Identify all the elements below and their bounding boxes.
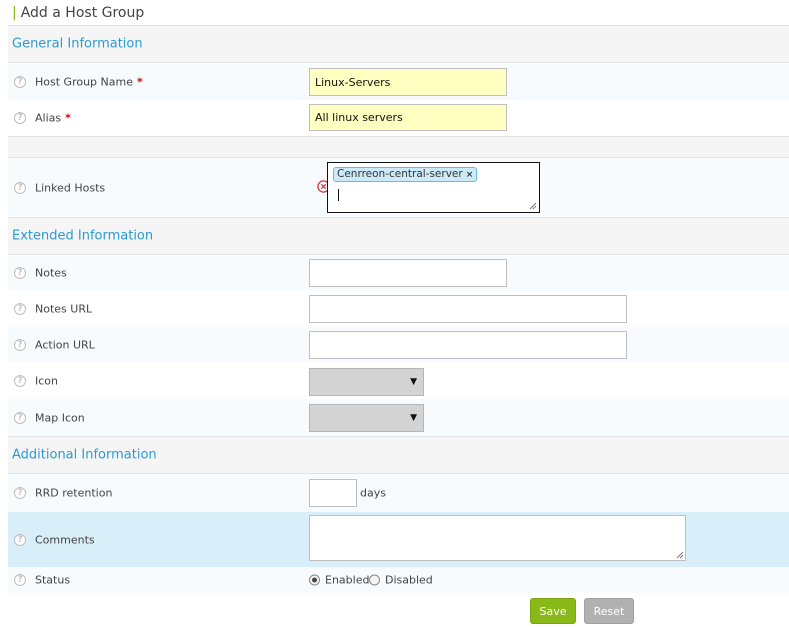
field-label-comments: Comments: [35, 533, 95, 546]
status-disabled-label: Disabled: [385, 573, 433, 587]
field-label-linked-hosts: Linked Hosts: [35, 181, 106, 194]
notes-url-input[interactable]: [309, 295, 627, 323]
resize-grip-icon[interactable]: [529, 202, 537, 210]
section-title-general: General Information: [12, 36, 143, 52]
section-header-extended: Extended Information: [8, 217, 789, 255]
section-title-extended: Extended Information: [12, 228, 154, 244]
section-header-additional: Additional Information: [8, 436, 789, 474]
required-marker: *: [136, 75, 143, 88]
section-spacer: [8, 136, 789, 158]
field-label-alias: Alias *: [35, 111, 71, 125]
field-label-notes-url: Notes URL: [35, 302, 93, 316]
form-row-notes-url: ? Notes URL: [8, 291, 789, 327]
field-label-action-url: Action URL: [35, 338, 95, 352]
linked-hosts-multiselect[interactable]: Cenrreon-central-server ×: [327, 162, 540, 213]
chevron-down-icon: ▼: [410, 377, 417, 387]
form-row-host-group-name: ? Host Group Name * Linux-Servers: [8, 63, 789, 100]
resize-grip-icon[interactable]: [676, 551, 684, 559]
field-label-status: Status: [35, 573, 71, 587]
help-icon[interactable]: ?: [14, 411, 26, 424]
host-chip[interactable]: Cenrreon-central-server ×: [333, 167, 478, 182]
form-row-icon: ? Icon ▼: [8, 363, 789, 399]
chevron-down-icon: ▼: [410, 413, 417, 423]
page-title: | Add a Host Group: [12, 5, 145, 21]
help-icon[interactable]: ?: [14, 574, 26, 586]
help-icon[interactable]: ?: [14, 267, 26, 279]
chip-remove-icon[interactable]: ×: [466, 170, 474, 180]
form-row-action-url: ? Action URL: [8, 327, 789, 363]
field-label-notes: Notes: [35, 266, 67, 280]
host-group-name-input[interactable]: Linux-Servers: [309, 68, 507, 96]
section-title-additional: Additional Information: [12, 447, 157, 463]
help-icon[interactable]: ?: [14, 533, 26, 546]
field-label-map-icon: Map Icon: [35, 411, 85, 424]
help-icon[interactable]: ?: [14, 339, 26, 351]
help-icon[interactable]: ?: [14, 181, 26, 194]
form-row-rrd-retention: ? RRD retention days: [8, 474, 789, 512]
map-icon-select[interactable]: ▼: [309, 404, 424, 432]
form-row-map-icon: ? Map Icon ▼: [8, 399, 789, 436]
form-row-alias: ? Alias * All linux servers: [8, 100, 789, 136]
help-icon[interactable]: ?: [14, 303, 26, 315]
field-label-icon: Icon: [35, 374, 58, 388]
field-label-host-group-name: Host Group Name *: [35, 75, 143, 88]
rrd-retention-input[interactable]: [309, 479, 357, 507]
field-label-rrd-retention: RRD retention: [35, 486, 113, 500]
section-header-general: General Information: [8, 25, 789, 63]
help-icon[interactable]: ?: [14, 75, 26, 88]
form-row-linked-hosts: ? Linked Hosts Cenrreon-central-server ×: [8, 158, 789, 217]
status-enabled-radio[interactable]: [309, 574, 320, 586]
text-cursor: [338, 189, 339, 201]
required-marker: *: [65, 111, 71, 125]
icon-select[interactable]: ▼: [309, 368, 424, 396]
alias-input[interactable]: All linux servers: [309, 104, 507, 131]
action-url-input[interactable]: [309, 331, 627, 359]
title-bar-decoration: |: [12, 5, 17, 21]
help-icon[interactable]: ?: [14, 112, 26, 124]
reset-button[interactable]: Reset: [584, 598, 634, 624]
status-enabled-label: Enabled: [325, 573, 370, 587]
form-row-notes: ? Notes: [8, 255, 789, 291]
rrd-retention-unit: days: [360, 486, 386, 500]
form-row-status: ? Status Enabled Disabled: [8, 567, 789, 593]
help-icon[interactable]: ?: [14, 375, 26, 387]
notes-input[interactable]: [309, 259, 507, 287]
help-icon[interactable]: ?: [14, 487, 26, 499]
status-disabled-radio[interactable]: [369, 574, 380, 586]
form-row-comments: ? Comments: [8, 512, 789, 567]
save-button[interactable]: Save: [530, 598, 576, 624]
comments-textarea[interactable]: [309, 515, 686, 561]
